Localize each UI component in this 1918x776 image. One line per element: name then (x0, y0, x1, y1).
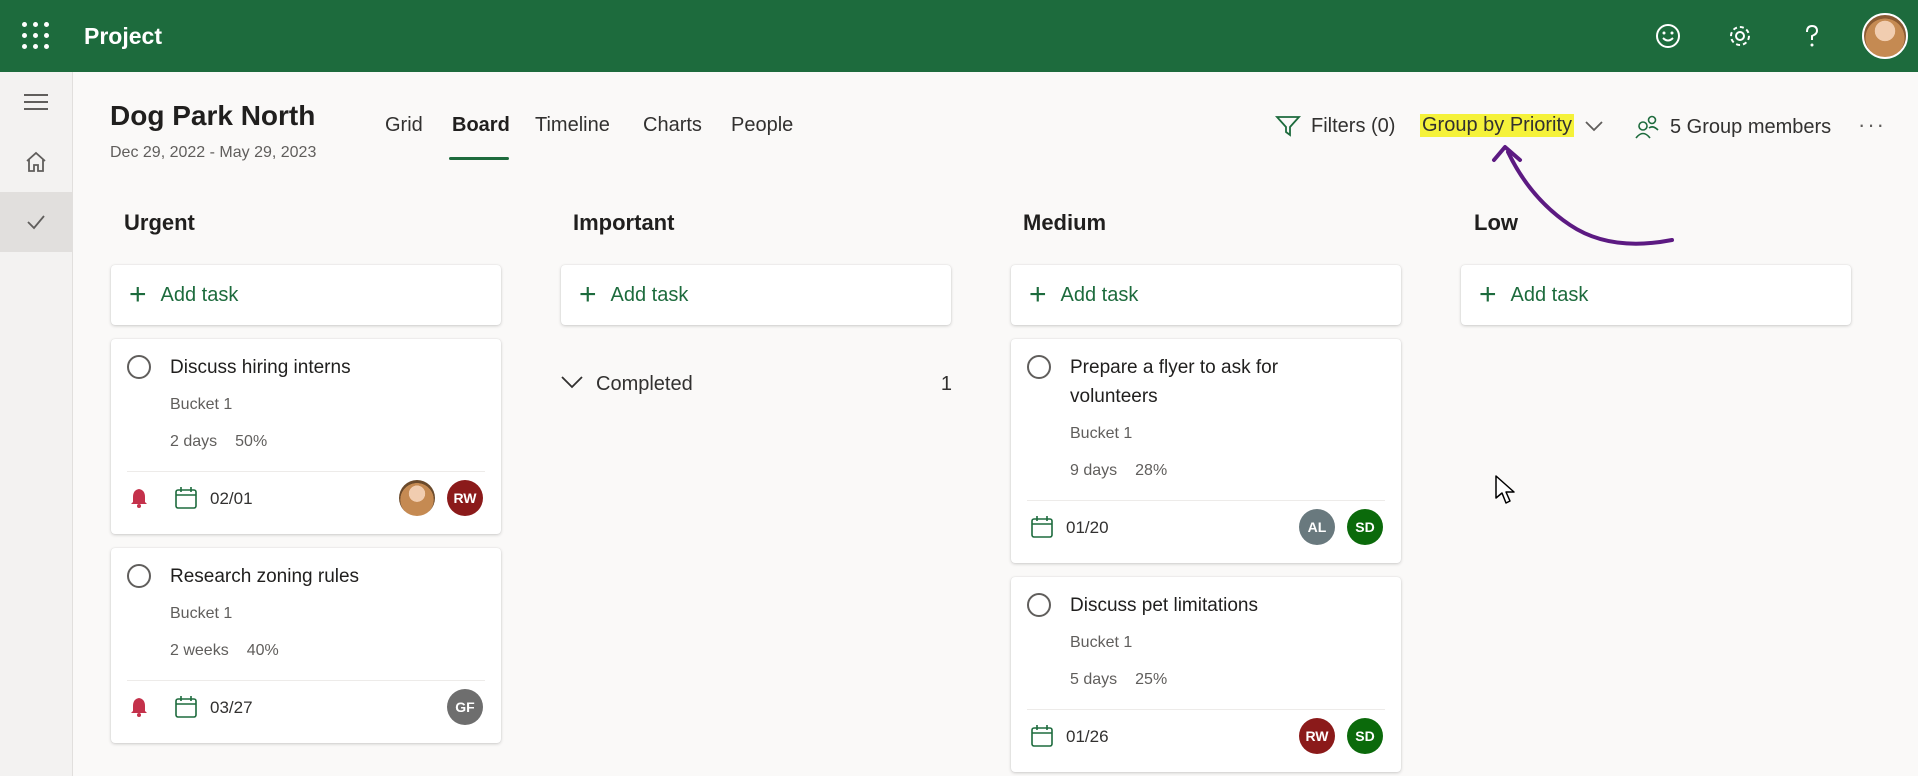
calendar-icon (175, 696, 197, 718)
chevron-down-icon (561, 376, 583, 389)
task-card[interactable]: Discuss hiring interns Bucket 1 2 days 50… (111, 339, 501, 534)
completed-label: Completed (596, 373, 693, 395)
task-title: Prepare a flyer to ask for volunteers (1070, 357, 1279, 407)
tab-charts[interactable]: Charts (643, 114, 702, 137)
check-icon[interactable] (0, 192, 72, 252)
plus-icon: + (129, 278, 147, 311)
app-title[interactable]: Project (84, 23, 162, 50)
filters-button[interactable]: Filters (0) (1275, 114, 1395, 138)
app-header: Project (0, 0, 1918, 72)
task-duration: 2 weeks (170, 642, 229, 659)
assignee-badge[interactable]: GF (447, 689, 483, 725)
task-meta: 9 days 28% (1070, 462, 1167, 480)
more-options-button[interactable]: ··· (1858, 112, 1886, 138)
column-title-important[interactable]: Important (573, 210, 674, 236)
bell-icon (131, 489, 147, 508)
calendar-icon (1031, 516, 1053, 538)
tab-people[interactable]: People (731, 114, 793, 137)
smiley-icon[interactable] (1650, 18, 1686, 54)
completed-count: 1 (940, 373, 952, 395)
add-task-button-urgent[interactable]: + Add task (111, 265, 501, 325)
task-due-date: 03/27 (210, 698, 253, 717)
add-task-button-medium[interactable]: + Add task (1011, 265, 1401, 325)
add-task-button-important[interactable]: + Add task (561, 265, 951, 325)
task-complete-checkbox[interactable] (127, 355, 151, 379)
task-complete-checkbox[interactable] (127, 564, 151, 588)
task-due-date: 01/26 (1066, 727, 1109, 746)
task-progress: 25% (1135, 671, 1168, 688)
column-title-low[interactable]: Low (1474, 210, 1518, 236)
task-title: Discuss hiring interns (170, 357, 351, 378)
plus-icon: + (579, 278, 597, 311)
tab-timeline[interactable]: Timeline (535, 114, 610, 137)
chevron-down-icon (1585, 120, 1603, 131)
gear-icon[interactable] (1722, 18, 1758, 54)
group-members-label: 5 Group members (1670, 115, 1832, 138)
plus-icon: + (1029, 278, 1047, 311)
assignee-badge[interactable]: RW (447, 480, 483, 516)
divider (127, 471, 485, 472)
task-duration: 5 days (1070, 671, 1118, 688)
waffle-icon[interactable] (20, 20, 52, 52)
task-card[interactable]: Prepare a flyer to ask for volunteers Bu… (1011, 339, 1401, 563)
add-task-label: Add task (1510, 283, 1589, 306)
assignee-badge[interactable]: RW (1299, 718, 1335, 754)
group-members-button[interactable]: 5 Group members (1634, 114, 1831, 140)
task-meta: 2 weeks 40% (170, 642, 279, 660)
assignee-avatar[interactable] (399, 480, 435, 516)
home-icon[interactable] (0, 132, 72, 192)
completed-section-toggle[interactable]: Completed 1 (560, 370, 952, 400)
plus-icon: + (1479, 278, 1497, 311)
task-card[interactable]: Discuss pet limitations Bucket 1 5 days 2… (1011, 577, 1401, 772)
user-avatar[interactable] (1862, 13, 1908, 59)
task-duration: 9 days (1070, 462, 1118, 479)
column-title-urgent[interactable]: Urgent (124, 210, 195, 236)
active-tab-indicator (449, 157, 509, 160)
task-progress: 40% (246, 642, 279, 659)
task-complete-checkbox[interactable] (1027, 593, 1051, 617)
divider (1027, 500, 1385, 501)
task-due-date: 01/20 (1066, 518, 1109, 537)
task-progress: 28% (1135, 462, 1168, 479)
group-by-label: Group by Priority (1420, 114, 1575, 137)
hamburger-icon[interactable] (0, 72, 72, 132)
add-task-label: Add task (610, 283, 689, 306)
task-duration: 2 days (170, 433, 218, 450)
group-by-button[interactable]: Group by Priority (1420, 114, 1604, 137)
plan-title: Dog Park North (110, 100, 316, 131)
bell-icon (131, 698, 147, 717)
divider (1027, 709, 1385, 710)
task-meta: 2 days 50% (170, 433, 267, 451)
task-bucket: Bucket 1 (170, 396, 233, 413)
task-due-date: 02/01 (210, 489, 253, 508)
task-bucket: Bucket 1 (1070, 425, 1133, 442)
filters-label: Filters (0) (1311, 114, 1396, 137)
task-card[interactable]: Research zoning rules Bucket 1 2 weeks 40… (111, 548, 501, 743)
people-icon (1635, 115, 1659, 139)
tab-grid[interactable]: Grid (385, 114, 423, 137)
plan-dates: Dec 29, 2022 - May 29, 2023 (110, 144, 317, 161)
tab-board[interactable]: Board (452, 114, 510, 137)
task-meta: 5 days 25% (1070, 671, 1167, 689)
task-title: Research zoning rules (170, 566, 360, 587)
task-complete-checkbox[interactable] (1027, 355, 1051, 379)
task-progress: 50% (235, 433, 268, 450)
add-task-label: Add task (160, 283, 239, 306)
help-icon[interactable] (1794, 18, 1830, 54)
filter-icon (1275, 116, 1301, 137)
add-task-button-low[interactable]: + Add task (1461, 265, 1851, 325)
task-title: Discuss pet limitations (1070, 595, 1258, 616)
left-rail (0, 72, 73, 776)
calendar-icon (1031, 725, 1053, 747)
mouse-cursor-icon (1495, 475, 1515, 504)
column-title-medium[interactable]: Medium (1023, 210, 1106, 236)
calendar-icon (175, 487, 197, 509)
task-bucket: Bucket 1 (170, 605, 233, 622)
add-task-label: Add task (1060, 283, 1139, 306)
assignee-badge[interactable]: SD (1347, 509, 1383, 545)
task-bucket: Bucket 1 (1070, 634, 1133, 651)
assignee-badge[interactable]: AL (1299, 509, 1335, 545)
assignee-badge[interactable]: SD (1347, 718, 1383, 754)
divider (127, 680, 485, 681)
